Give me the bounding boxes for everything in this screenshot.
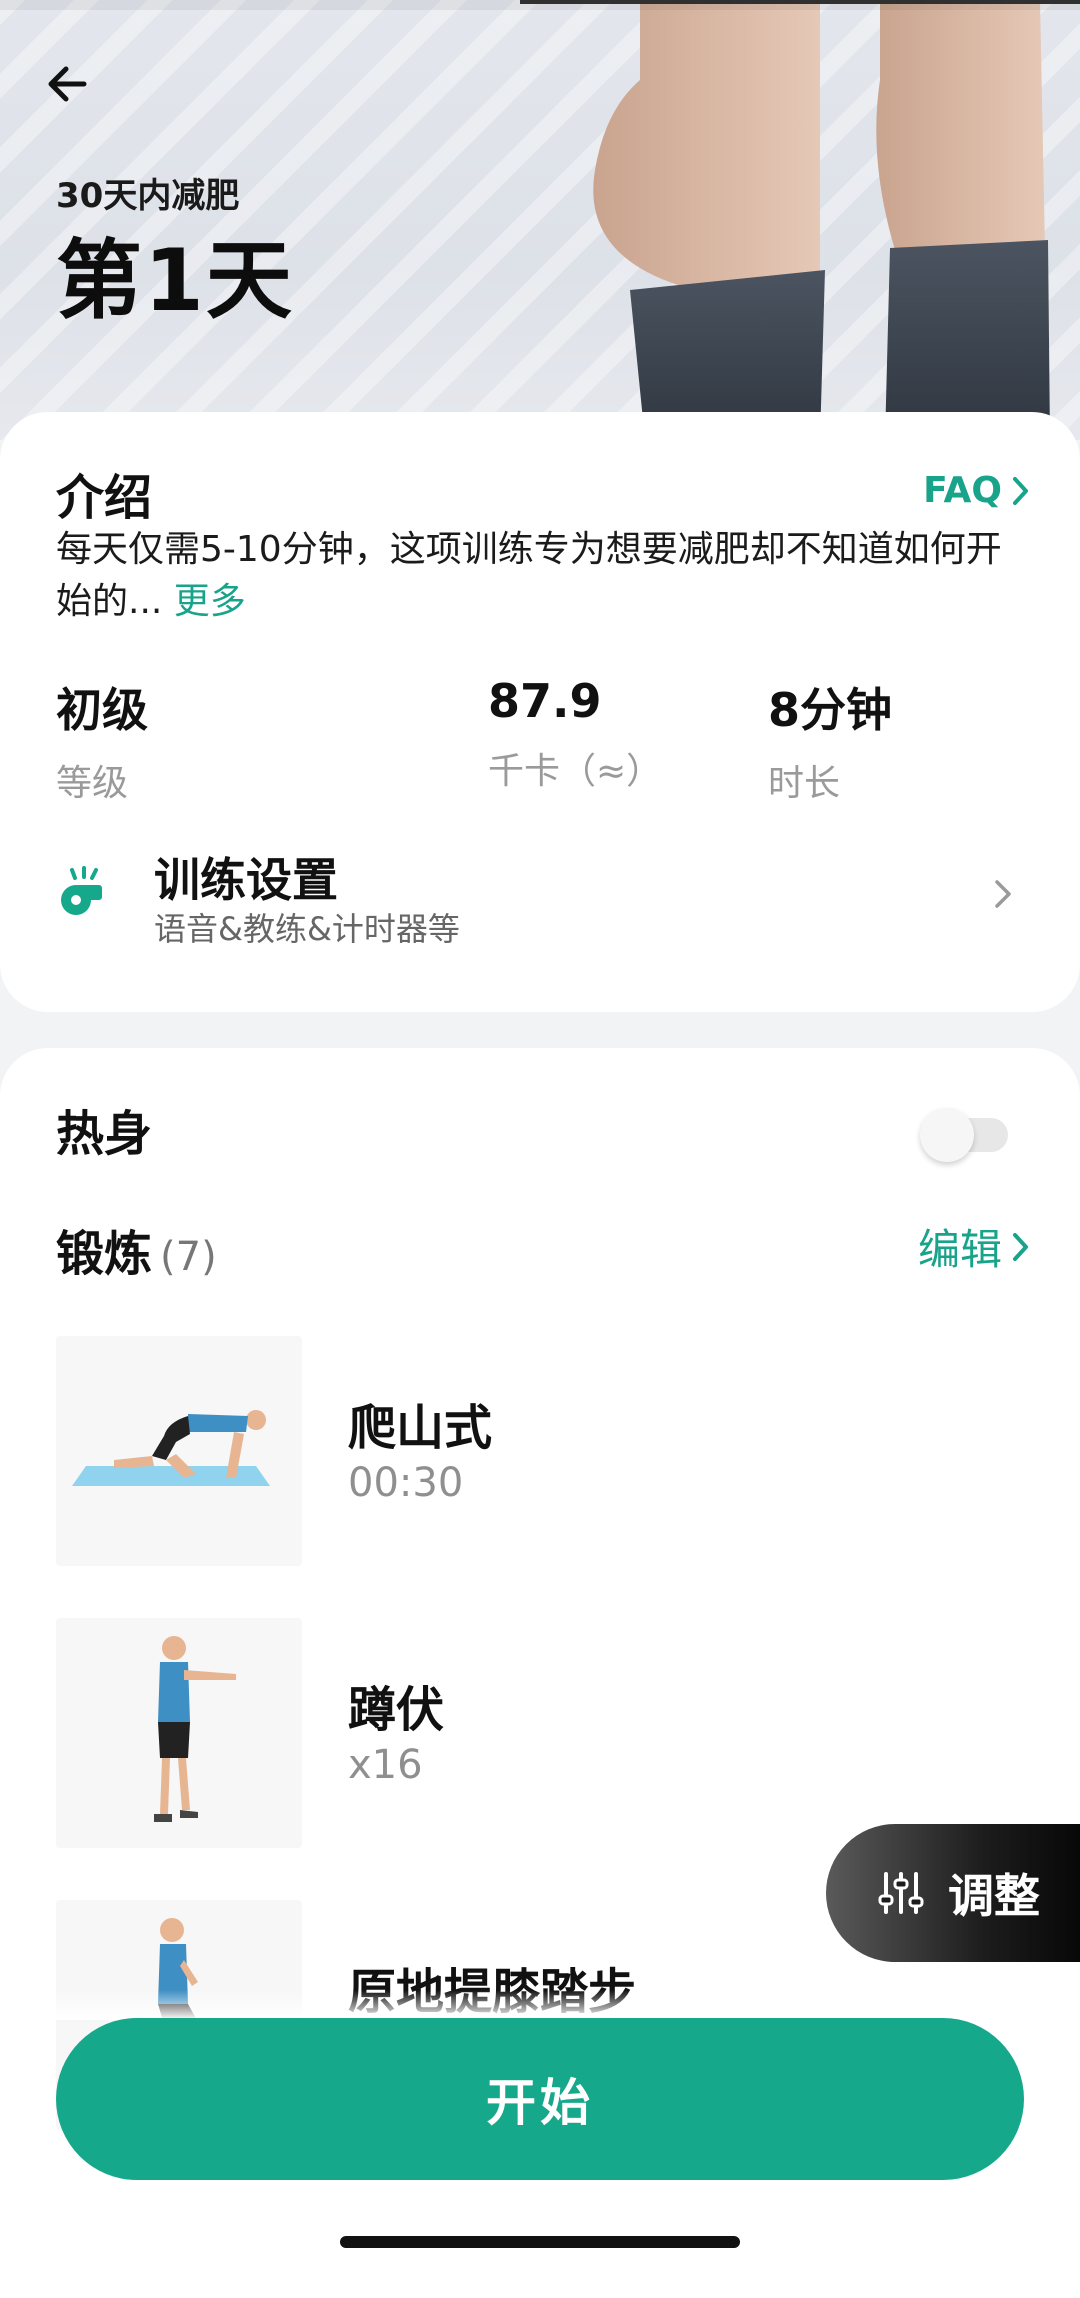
faq-link[interactable]: FAQ	[923, 470, 1030, 511]
intro-card: 介绍 FAQ 每天仅需5-10分钟，这项训练专为想要减肥却不知道如何开始的...…	[0, 412, 1080, 1012]
exercise-name: 爬山式	[348, 1400, 493, 1456]
exercise-thumbnail	[56, 1336, 302, 1566]
training-settings-row[interactable]: 训练设置 语音&教练&计时器等	[56, 842, 1026, 952]
arrow-left-icon[interactable]	[40, 56, 96, 112]
chevron-right-icon	[995, 880, 1011, 908]
chevron-right-icon	[1013, 476, 1028, 505]
start-button[interactable]: 开始	[56, 2018, 1024, 2180]
stat-level: 初级 等级	[56, 674, 148, 806]
faq-label: FAQ	[923, 470, 1002, 511]
toggle-knob	[920, 1108, 974, 1162]
hero-banner: 30天内减肥 第1天	[0, 0, 1080, 440]
list-fade	[0, 1990, 1080, 2020]
exercise-thumbnail	[56, 1618, 302, 1848]
stat-label: 千卡（≈）	[488, 751, 663, 792]
warmup-label: 热身	[56, 1106, 153, 1162]
sliders-icon	[878, 1872, 924, 1914]
intro-description: 每天仅需5-10分钟，这项训练专为想要减肥却不知道如何开始的... 更多	[56, 524, 1016, 628]
stat-label: 等级	[56, 763, 129, 804]
warmup-toggle[interactable]	[920, 1108, 1008, 1162]
settings-title: 训练设置	[154, 853, 338, 907]
workout-label: 锻炼	[56, 1226, 153, 1282]
stat-calories: 87.9 千卡（≈）	[488, 674, 662, 794]
more-link[interactable]: 更多	[174, 581, 246, 622]
day-title: 第1天	[56, 231, 294, 331]
home-indicator[interactable]	[340, 2236, 740, 2248]
exercise-item[interactable]: 蹲伏 x16	[56, 1618, 1016, 1848]
adjust-label: 调整	[948, 1869, 1040, 1923]
squat-illustration	[154, 1636, 236, 1822]
intro-heading: 介绍	[56, 470, 153, 526]
edit-button[interactable]: 编辑	[918, 1216, 1030, 1277]
status-bar	[0, 0, 1080, 10]
stat-value: 8分钟	[768, 683, 893, 737]
exercise-count: (7)	[160, 1234, 217, 1280]
stat-value: 87.9	[488, 674, 602, 728]
edit-label: 编辑	[917, 1225, 1002, 1274]
workout-heading: 锻炼 (7)	[56, 1214, 217, 1284]
exercise-item[interactable]: 爬山式 00:30	[56, 1336, 1016, 1566]
exercise-duration: 00:30	[348, 1460, 464, 1506]
stat-duration: 8分钟 时长	[768, 674, 892, 806]
before-after-photo	[520, 0, 1080, 440]
whistle-icon	[61, 866, 102, 915]
stat-value: 初级	[56, 683, 148, 737]
chevron-right-icon	[1013, 1232, 1028, 1261]
stat-label: 时长	[768, 763, 841, 804]
exercise-name: 蹲伏	[348, 1682, 445, 1738]
adjust-button[interactable]: 调整	[826, 1824, 1080, 1962]
exercise-reps: x16	[348, 1742, 423, 1788]
mountain-climber-illustration	[72, 1410, 270, 1486]
start-label: 开始	[486, 2074, 594, 2132]
settings-subtitle: 语音&教练&计时器等	[154, 910, 460, 948]
